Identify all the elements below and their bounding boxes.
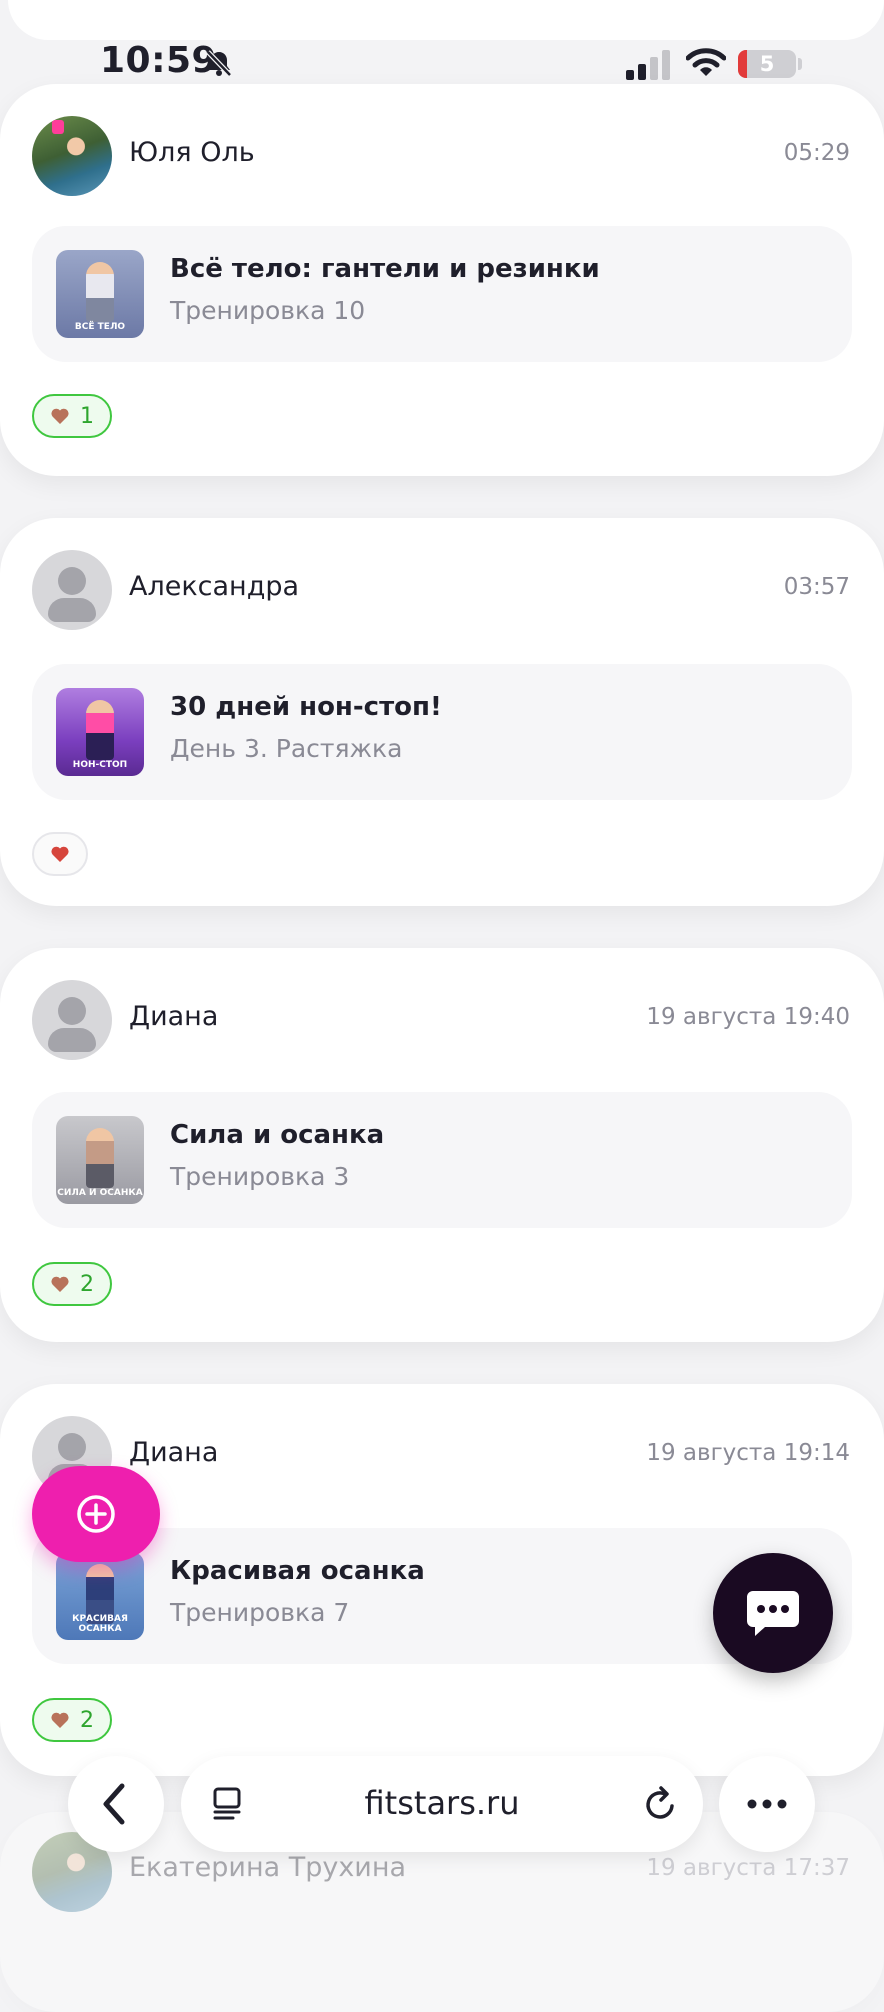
workout-subtitle: День 3. Растяжка	[170, 734, 403, 763]
more-button[interactable]	[719, 1756, 815, 1852]
workout-subtitle: Тренировка 3	[170, 1162, 350, 1191]
workout-card[interactable]: СИЛА И ОСАНКА Сила и осанка Тренировка 3	[32, 1092, 852, 1228]
chat-button[interactable]	[713, 1553, 833, 1673]
reload-icon[interactable]	[641, 1784, 679, 1824]
heart-icon	[51, 846, 69, 862]
bell-off-icon	[206, 50, 232, 77]
add-post-button[interactable]	[32, 1466, 160, 1562]
user-name[interactable]: Диана	[129, 1437, 218, 1468]
url-text[interactable]: fitstars.ru	[181, 1784, 703, 1822]
post-time: 19 августа 17:37	[646, 1855, 850, 1881]
status-time: 10:59	[100, 40, 218, 81]
like-count: 2	[80, 1271, 94, 1297]
feed-card: Юля Оль 05:29 ВСЁ ТЕЛО Всё тело: гантели…	[0, 84, 884, 476]
address-bar[interactable]: fitstars.ru	[181, 1756, 703, 1852]
workout-title: Красивая осанка	[170, 1556, 425, 1586]
user-name[interactable]: Екатерина Трухина	[129, 1852, 406, 1883]
feed-card: Александра 03:57 НОН-СТОП 30 дней нон-ст…	[0, 518, 884, 906]
workout-thumbnail: СИЛА И ОСАНКА	[56, 1116, 144, 1204]
avatar[interactable]	[32, 980, 112, 1060]
like-button[interactable]: 2	[32, 1262, 112, 1306]
like-button[interactable]	[32, 832, 88, 876]
cellular-signal-icon	[626, 50, 670, 80]
workout-thumbnail: ВСЁ ТЕЛО	[56, 250, 144, 338]
workout-card[interactable]: ВСЁ ТЕЛО Всё тело: гантели и резинки Тре…	[32, 226, 852, 362]
avatar[interactable]	[32, 550, 112, 630]
user-name[interactable]: Юля Оль	[129, 137, 255, 168]
heart-icon	[51, 1276, 69, 1292]
heart-icon	[51, 408, 69, 424]
workout-title: Сила и осанка	[170, 1120, 385, 1150]
back-button[interactable]	[68, 1756, 164, 1852]
chat-bubble-icon	[747, 1591, 799, 1636]
like-count: 1	[80, 403, 94, 429]
battery-level: 5	[759, 52, 775, 76]
thumbnail-caption: КРАСИВАЯ ОСАНКА	[72, 1614, 128, 1634]
chevron-left-icon	[103, 1783, 125, 1825]
workout-subtitle: Тренировка 7	[170, 1598, 350, 1627]
avatar[interactable]	[32, 116, 112, 196]
workout-title: Всё тело: гантели и резинки	[170, 254, 600, 284]
battery-icon: 5	[738, 50, 796, 78]
like-button[interactable]: 1	[32, 394, 112, 438]
user-name[interactable]: Александра	[129, 571, 299, 602]
workout-subtitle: Тренировка 10	[170, 296, 366, 325]
post-time: 05:29	[783, 140, 850, 166]
workout-thumbnail: КРАСИВАЯ ОСАНКА	[56, 1552, 144, 1640]
workout-title: 30 дней нон-стоп!	[170, 692, 442, 722]
user-name[interactable]: Диана	[129, 1001, 218, 1032]
thumbnail-caption: СИЛА И ОСАНКА	[57, 1188, 143, 1198]
feed-card: Диана 19 августа 19:40 СИЛА И ОСАНКА Сил…	[0, 948, 884, 1342]
heart-icon	[51, 1712, 69, 1728]
thumbnail-caption: НОН-СТОП	[72, 760, 128, 770]
more-dots-icon	[747, 1799, 787, 1809]
like-count: 2	[80, 1707, 94, 1733]
workout-card[interactable]: НОН-СТОП 30 дней нон-стоп! День 3. Растя…	[32, 664, 852, 800]
thumbnail-caption: ВСЁ ТЕЛО	[74, 322, 126, 332]
workout-thumbnail: НОН-СТОП	[56, 688, 144, 776]
post-time: 19 августа 19:14	[646, 1440, 850, 1466]
plus-circle-icon	[77, 1495, 115, 1533]
post-time: 03:57	[783, 574, 850, 600]
battery-tip	[798, 58, 802, 70]
post-time: 19 августа 19:40	[646, 1004, 850, 1030]
like-button[interactable]: 2	[32, 1698, 112, 1742]
wifi-icon	[686, 48, 726, 76]
